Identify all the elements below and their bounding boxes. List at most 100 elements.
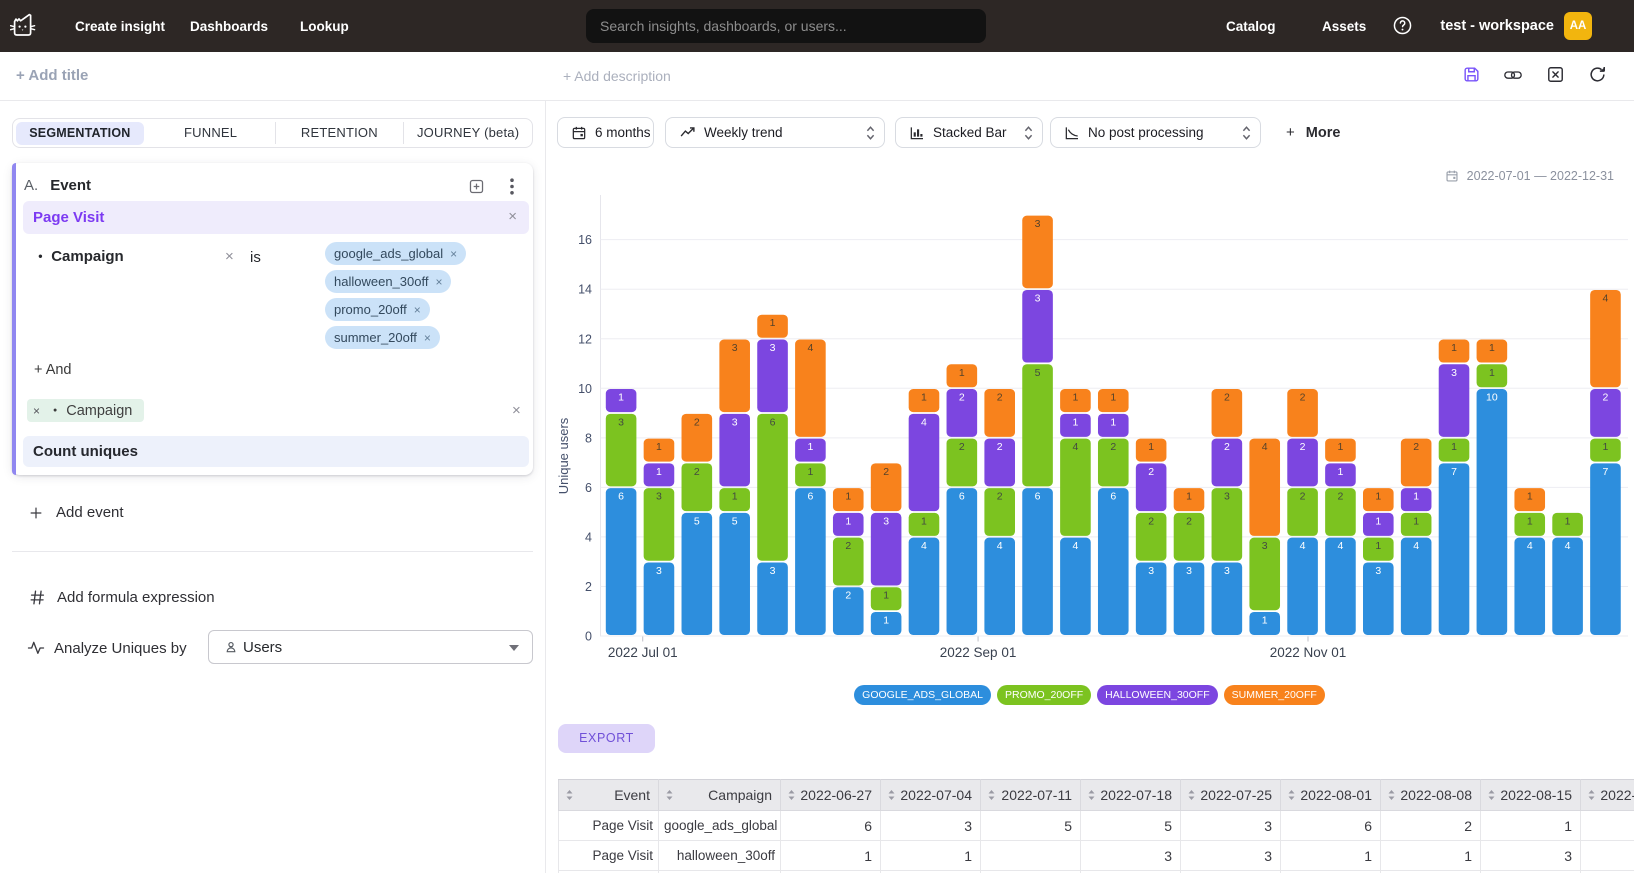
svg-text:3: 3 — [732, 342, 738, 354]
svg-text:1: 1 — [618, 392, 624, 404]
svg-text:4: 4 — [997, 540, 1003, 552]
svg-text:6: 6 — [959, 491, 965, 503]
svg-text:1: 1 — [807, 441, 813, 453]
svg-text:2: 2 — [694, 466, 700, 478]
svg-text:3: 3 — [618, 416, 624, 428]
svg-text:1: 1 — [1565, 515, 1571, 527]
svg-text:10: 10 — [1486, 392, 1498, 404]
svg-text:5: 5 — [1035, 367, 1041, 379]
svg-text:2: 2 — [1110, 441, 1116, 453]
svg-text:1: 1 — [1603, 441, 1609, 453]
svg-text:2: 2 — [959, 392, 965, 404]
svg-text:2: 2 — [959, 441, 965, 453]
svg-text:2: 2 — [1300, 491, 1306, 503]
svg-text:1: 1 — [1072, 392, 1078, 404]
svg-text:6: 6 — [1035, 491, 1041, 503]
svg-text:16: 16 — [578, 233, 592, 247]
svg-text:2: 2 — [997, 392, 1003, 404]
svg-text:1: 1 — [1375, 540, 1381, 552]
svg-text:4: 4 — [1262, 441, 1268, 453]
svg-text:1: 1 — [770, 317, 776, 329]
svg-text:6: 6 — [770, 416, 776, 428]
svg-text:1: 1 — [921, 515, 927, 527]
svg-text:3: 3 — [1224, 491, 1230, 503]
svg-text:3: 3 — [883, 515, 889, 527]
svg-text:1: 1 — [732, 491, 738, 503]
svg-text:3: 3 — [1262, 540, 1268, 552]
svg-text:2: 2 — [1413, 441, 1419, 453]
svg-text:6: 6 — [1110, 491, 1116, 503]
svg-text:3: 3 — [770, 565, 776, 577]
svg-text:7: 7 — [1451, 466, 1457, 478]
svg-text:2: 2 — [997, 441, 1003, 453]
svg-text:3: 3 — [1035, 218, 1041, 230]
svg-text:4: 4 — [585, 530, 592, 544]
svg-text:2: 2 — [1338, 491, 1344, 503]
svg-text:4: 4 — [1072, 441, 1078, 453]
svg-text:1: 1 — [1186, 491, 1192, 503]
svg-text:2: 2 — [1186, 515, 1192, 527]
svg-text:7: 7 — [1603, 466, 1609, 478]
svg-text:4: 4 — [1527, 540, 1533, 552]
svg-text:2: 2 — [1300, 441, 1306, 453]
svg-text:1: 1 — [1338, 441, 1344, 453]
svg-text:2: 2 — [585, 580, 592, 594]
svg-text:1: 1 — [1375, 491, 1381, 503]
svg-text:Unique users: Unique users — [556, 417, 571, 494]
svg-text:0: 0 — [585, 630, 592, 644]
svg-text:4: 4 — [807, 342, 813, 354]
svg-text:2: 2 — [845, 590, 851, 602]
svg-text:2: 2 — [1224, 441, 1230, 453]
svg-text:3: 3 — [656, 491, 662, 503]
svg-text:2: 2 — [694, 416, 700, 428]
svg-text:1: 1 — [959, 367, 965, 379]
svg-text:4: 4 — [1300, 540, 1306, 552]
svg-text:6: 6 — [807, 491, 813, 503]
svg-text:4: 4 — [1338, 540, 1344, 552]
svg-text:2: 2 — [845, 540, 851, 552]
svg-text:5: 5 — [694, 515, 700, 527]
svg-text:2: 2 — [883, 466, 889, 478]
svg-text:1: 1 — [1262, 614, 1268, 626]
svg-text:3: 3 — [1148, 565, 1154, 577]
svg-text:14: 14 — [578, 283, 592, 297]
svg-text:3: 3 — [1224, 565, 1230, 577]
svg-text:1: 1 — [1072, 416, 1078, 428]
svg-text:1: 1 — [883, 614, 889, 626]
svg-text:1: 1 — [1451, 441, 1457, 453]
svg-text:1: 1 — [1527, 515, 1533, 527]
svg-text:3: 3 — [1451, 367, 1457, 379]
svg-text:3: 3 — [732, 416, 738, 428]
svg-text:1: 1 — [1110, 392, 1116, 404]
svg-text:3: 3 — [1186, 565, 1192, 577]
svg-text:2: 2 — [1603, 392, 1609, 404]
svg-text:3: 3 — [656, 565, 662, 577]
svg-text:12: 12 — [578, 332, 592, 346]
svg-text:1: 1 — [883, 590, 889, 602]
svg-text:4: 4 — [921, 416, 927, 428]
svg-text:5: 5 — [732, 515, 738, 527]
svg-text:1: 1 — [1413, 515, 1419, 527]
svg-text:2: 2 — [1148, 466, 1154, 478]
svg-text:1: 1 — [1527, 491, 1533, 503]
svg-text:1: 1 — [1375, 515, 1381, 527]
svg-text:4: 4 — [1565, 540, 1571, 552]
svg-text:1: 1 — [845, 515, 851, 527]
svg-text:1: 1 — [1451, 342, 1457, 354]
svg-text:1: 1 — [845, 491, 851, 503]
svg-text:3: 3 — [770, 342, 776, 354]
svg-text:4: 4 — [1413, 540, 1419, 552]
svg-text:2: 2 — [997, 491, 1003, 503]
svg-text:6: 6 — [618, 491, 624, 503]
svg-text:2022 Sep 01: 2022 Sep 01 — [940, 645, 1017, 660]
svg-text:2022 Nov 01: 2022 Nov 01 — [1270, 645, 1347, 660]
svg-text:4: 4 — [1603, 292, 1609, 304]
svg-text:10: 10 — [578, 382, 592, 396]
svg-text:1: 1 — [1338, 466, 1344, 478]
svg-text:4: 4 — [921, 540, 927, 552]
svg-text:1: 1 — [1148, 441, 1154, 453]
svg-text:1: 1 — [921, 392, 927, 404]
svg-text:2: 2 — [1224, 392, 1230, 404]
svg-text:2: 2 — [1300, 392, 1306, 404]
svg-text:1: 1 — [1489, 342, 1495, 354]
